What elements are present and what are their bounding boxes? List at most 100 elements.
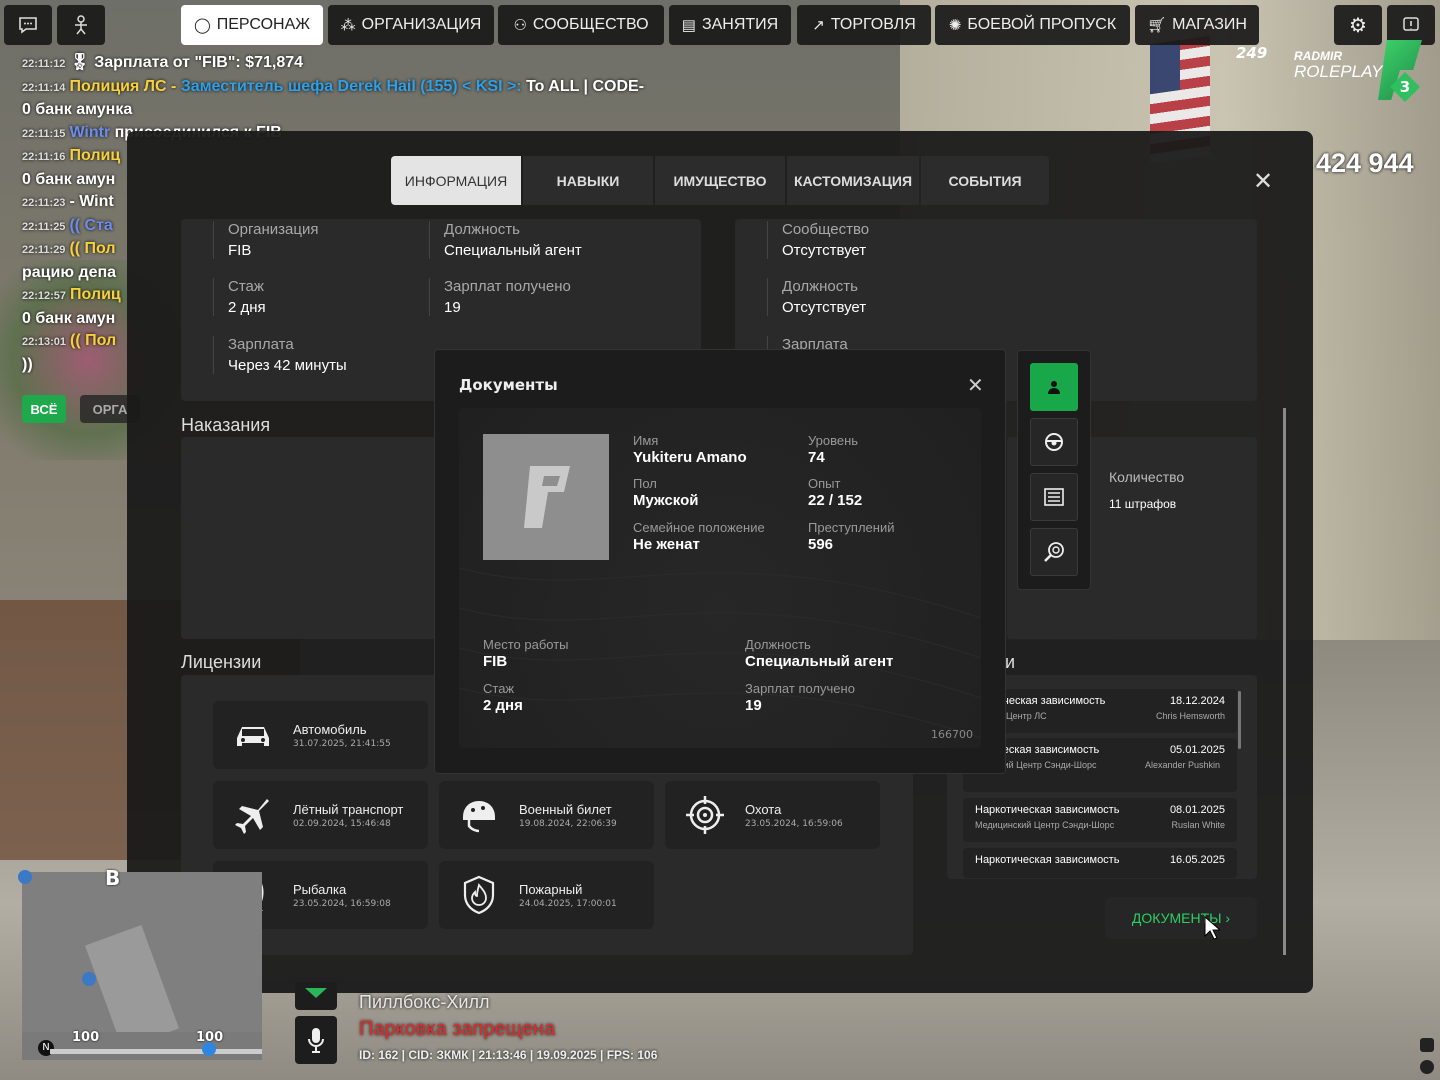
cart-icon: 🛒︎ <box>1147 17 1167 34</box>
tab-community[interactable]: ⚇ СООБЩЕСТВО <box>498 5 664 45</box>
chat-line: 22:11:12 🎖 Зарплата от "FIB": $71,874 <box>22 54 304 71</box>
org-icon: ⁂ <box>340 17 356 34</box>
tab-information[interactable]: ИНФОРМАЦИЯ <box>391 156 521 205</box>
map-scale-label: 100 <box>72 1030 100 1045</box>
license-date: 23.05.2024, 16:59:06 <box>745 818 843 829</box>
chat-icon-button[interactable] <box>4 5 52 45</box>
documents-button[interactable]: ДОКУМЕНТЫ › <box>1105 897 1257 939</box>
license-date: 23.05.2024, 16:59:08 <box>293 898 391 909</box>
info-tenure: Стаж 2 дня <box>213 278 266 316</box>
fines-value: 11 штрафов <box>1109 497 1177 511</box>
chat-line: 0 банк амунка <box>22 101 133 118</box>
license-air[interactable]: Лётный транспорт 02.09.2024, 15:46:48 <box>213 781 428 849</box>
modal-close-icon[interactable]: ✕ <box>967 373 984 397</box>
id-card: Имя Yukiteru Amano Уровень 74 Пол Мужской О… <box>459 408 981 748</box>
license-name: Пожарный <box>519 881 583 897</box>
license-firefighter[interactable]: Пожарный 24.04.2025, 17:00:01 <box>439 861 654 929</box>
gear-icon: ⚙ <box>1349 14 1367 37</box>
medical-scrollbar[interactable] <box>1238 691 1241 749</box>
tab-label: БОЕВОЙ ПРОПУСК <box>967 16 1117 33</box>
steering-wheel-icon <box>1045 433 1063 451</box>
doc-license-button[interactable] <box>1030 473 1078 521</box>
map-label-b: B <box>105 866 121 890</box>
tab-trade[interactable]: ↗ ТОРГОВЛЯ <box>797 5 931 45</box>
license-date: 02.09.2024, 15:46:48 <box>293 818 391 829</box>
tab-label: ПЕРСОНАЖ <box>216 16 311 33</box>
panel-scrollbar[interactable] <box>1283 408 1286 955</box>
license-military[interactable]: Военный билет 19.08.2024, 22:06:39 <box>439 781 654 849</box>
field-workplace: Место работы FIB <box>483 637 569 670</box>
doc-passport-button[interactable] <box>1030 363 1078 411</box>
settings-small-icon <box>1420 1060 1434 1074</box>
target-icon <box>686 796 724 834</box>
tab-events[interactable]: СОБЫТИЯ <box>921 156 1049 205</box>
tab-battlepass[interactable]: ✺ БОЕВОЙ ПРОПУСК <box>935 5 1130 45</box>
license-date: 31.07.2025, 21:41:55 <box>293 738 391 749</box>
settings-button[interactable]: ⚙ <box>1334 5 1382 45</box>
punishments-title: Наказания <box>181 415 271 435</box>
figure-icon <box>75 15 87 35</box>
tab-skills[interactable]: НАВЫКИ <box>523 156 653 205</box>
map-scale-bar <box>50 1049 262 1054</box>
microphone-icon <box>1420 1038 1434 1052</box>
online-count: 249 <box>1236 44 1268 62</box>
chat-icon <box>19 17 37 34</box>
field-tenure: Стаж 2 дня <box>483 681 523 714</box>
license-hunting[interactable]: Охота 23.05.2024, 16:59:06 <box>665 781 880 849</box>
document-icon <box>1044 488 1064 506</box>
licenses-title: Лицензии <box>181 652 262 672</box>
field-crimes: Преступлений 596 <box>808 520 895 553</box>
field-experience: Опыт 22 / 152 <box>808 476 863 509</box>
license-date: 24.04.2025, 17:00:01 <box>519 898 617 909</box>
tab-property[interactable]: ИМУЩЕСТВО <box>655 156 785 205</box>
mouse-cursor-icon <box>1204 916 1220 940</box>
tab-shop[interactable]: 🛒︎ МАГАЗИН <box>1135 5 1259 45</box>
chat-filter-all[interactable]: ВСЁ <box>22 395 66 423</box>
tab-label: ЗАНЯТИЯ <box>701 16 779 33</box>
doc-medical-button[interactable] <box>1030 528 1078 576</box>
license-name: Автомобиль <box>293 721 367 737</box>
tab-label: ОРГАНИЗАЦИЯ <box>361 16 482 33</box>
license-name: Охота <box>745 801 782 817</box>
voice-chat-button[interactable] <box>295 1016 337 1064</box>
tab-customization[interactable]: КАСТОМИЗАЦИЯ <box>787 156 919 205</box>
top-menu-bar: ◯ ПЕРСОНАЖ ⁂ ОРГАНИЗАЦИЯ ⚇ СООБЩЕСТВО ▤ ЗАНЯ… <box>0 5 1440 45</box>
medical-record: Наркотическая зависимость 16.05.2025 <box>963 848 1237 878</box>
panel-close-icon[interactable]: ✕ <box>1253 167 1273 195</box>
character-menu-button[interactable] <box>57 5 105 45</box>
medical-title: и <box>1005 652 1016 672</box>
medical-record: Наркотическая зависимость 08.01.2025 Меди… <box>963 798 1237 842</box>
field-salaries: Зарплат получено 19 <box>745 681 855 714</box>
document-serial: 166700 <box>931 728 973 741</box>
fines-label: Количество <box>1109 469 1185 485</box>
field-name: Имя Yukiteru Amano <box>633 433 747 466</box>
doc-driver-button[interactable] <box>1030 418 1078 466</box>
field-level: Уровень 74 <box>808 433 859 466</box>
info-community: Сообщество Отсутствует <box>767 221 869 259</box>
license-name: Лётный транспорт <box>293 801 404 817</box>
report-button[interactable] <box>1387 5 1435 45</box>
player-position-icon <box>202 1042 216 1056</box>
battlepass-icon: ✺ <box>948 17 962 34</box>
car-icon <box>237 727 269 746</box>
microphone-icon <box>308 1028 324 1053</box>
field-gender: Пол Мужской <box>633 476 699 509</box>
minimap <box>22 872 262 1060</box>
license-name: Рыбалка <box>293 881 347 897</box>
avatar-photo <box>483 434 609 560</box>
parking-status: Парковка запрещена <box>359 1018 556 1040</box>
tab-jobs[interactable]: ▤ ЗАНЯТИЯ <box>669 5 791 45</box>
helmet-icon <box>463 801 495 833</box>
tab-character[interactable]: ◯ ПЕРСОНАЖ <box>181 5 323 45</box>
license-name: Военный билет <box>519 801 612 817</box>
info-position: Должность Специальный агент <box>429 221 582 259</box>
money-display: 424 944 <box>1316 148 1414 178</box>
license-car[interactable]: Автомобиль 31.07.2025, 21:41:55 <box>213 701 428 769</box>
license-date: 19.08.2024, 22:06:39 <box>519 818 617 829</box>
tab-organization[interactable]: ⁂ ОРГАНИЗАЦИЯ <box>328 5 494 45</box>
trade-icon: ↗ <box>812 17 825 34</box>
jobs-icon: ▤ <box>681 17 696 34</box>
chat-line: 22:11:14 Полиция ЛС - Заместитель шефа De… <box>22 77 645 95</box>
tab-label: СООБЩЕСТВО <box>532 16 649 33</box>
field-position: Должность Специальный агент <box>745 637 894 670</box>
